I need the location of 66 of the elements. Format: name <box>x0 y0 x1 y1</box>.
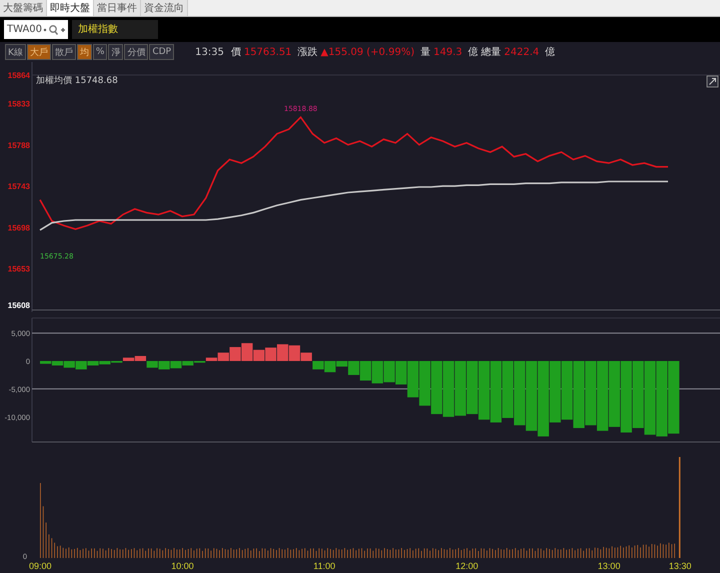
difference-bar <box>419 361 430 406</box>
difference-bar <box>265 348 276 361</box>
difference-bar <box>442 361 454 417</box>
difference-bar <box>372 361 384 384</box>
difference-bar <box>526 361 538 431</box>
difference-bar <box>632 361 644 428</box>
search-icon[interactable] <box>43 24 65 36</box>
y-axis-label: 15608 <box>8 301 30 310</box>
quote-label: 量 <box>420 46 430 59</box>
difference-bar <box>573 361 584 428</box>
difference-bar <box>360 361 372 381</box>
difference-bar <box>478 361 490 420</box>
y-axis-label: 15788 <box>8 140 30 150</box>
tab[interactable]: 資金流向 <box>141 0 188 16</box>
toolbar-button[interactable]: CDP <box>149 44 174 60</box>
y-axis-label: 15743 <box>8 182 30 192</box>
toolbar-button[interactable]: 大戶 <box>26 44 51 60</box>
index-name: 加權指數 <box>72 20 158 39</box>
difference-bar <box>561 361 573 420</box>
difference-bar <box>585 361 596 426</box>
average-price-legend: 加權均價 15748.68 <box>36 76 118 86</box>
toolbar-button[interactable]: 均 <box>76 44 92 60</box>
time-label: 13:30 <box>668 560 692 573</box>
expand-icon[interactable] <box>706 76 718 88</box>
difference-bar <box>620 361 632 432</box>
quote-value: ▲155.09 (+0.99%) <box>320 46 414 58</box>
y-axis-label: 15653 <box>8 264 30 274</box>
y-axis-label: 15698 <box>8 223 30 232</box>
time-label: 10:00 <box>171 560 194 573</box>
toolbar-button[interactable]: K線 <box>5 44 26 60</box>
time-label: 09:00 <box>29 560 52 573</box>
quote-unit: 億 <box>468 46 478 59</box>
quote-label: 價 <box>230 46 241 59</box>
toolbar-button[interactable]: 散戶 <box>52 44 76 60</box>
difference-bar <box>502 361 514 418</box>
quote-time: 13:35 <box>195 46 224 58</box>
time-label: 12:00 <box>456 560 478 573</box>
quote-value: 2422.4 <box>504 46 540 58</box>
difference-bar <box>158 361 170 370</box>
difference-bar <box>454 361 466 416</box>
toolbar-button[interactable]: 淨 <box>108 44 124 60</box>
difference-bar <box>431 361 442 414</box>
difference-bar <box>312 361 324 370</box>
difference-bar <box>514 361 526 426</box>
y-axis-label: 15864 <box>8 71 30 80</box>
time-label: 13:00 <box>598 560 620 573</box>
difference-bar <box>550 361 561 422</box>
quote-value: 149.3 <box>433 46 462 58</box>
difference-bar <box>596 361 608 431</box>
tab[interactable]: 大盤籌碼 <box>0 0 47 16</box>
time-label: 11:00 <box>313 560 336 573</box>
tab[interactable]: 即時大盤 <box>47 0 94 16</box>
difference-bar <box>277 344 288 361</box>
difference-bar <box>608 361 620 427</box>
tab[interactable]: 當日事件 <box>94 0 141 16</box>
difference-bar <box>384 361 395 382</box>
difference-bar <box>490 361 502 422</box>
toolbar-button[interactable]: % <box>92 44 108 60</box>
quote-label: 總量 <box>481 46 502 59</box>
quote-label: 漲跌 <box>298 46 318 59</box>
quote-value: 15763.51 <box>244 46 292 58</box>
quote-unit: 億 <box>545 46 556 59</box>
symbol-search-field[interactable]: TWA00 <box>4 20 68 39</box>
toolbar-button[interactable]: 分價 <box>124 44 148 60</box>
difference-bar <box>466 361 478 414</box>
y-axis-label: 15833 <box>8 99 30 108</box>
